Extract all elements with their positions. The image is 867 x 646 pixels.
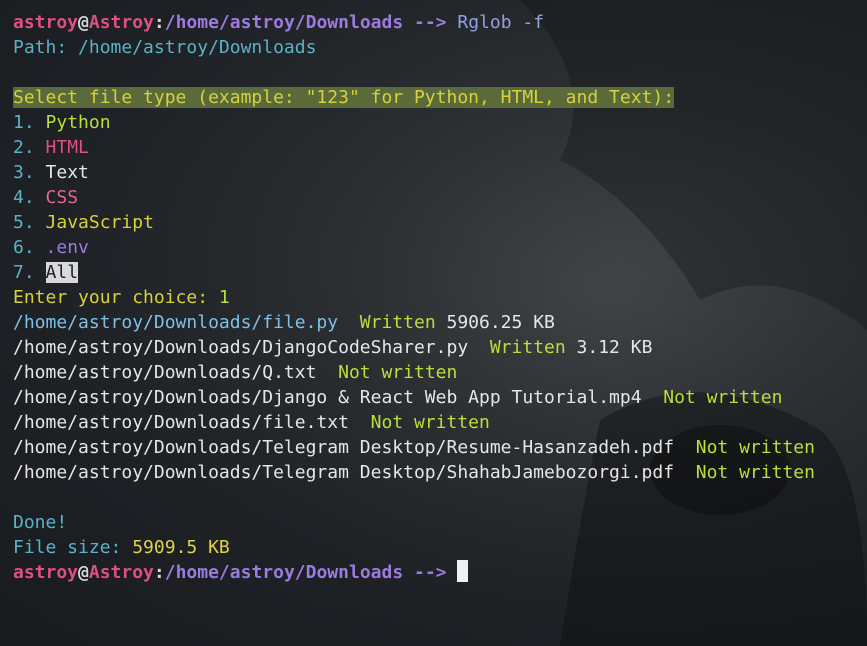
result-path: /home/astroy/Downloads/file.py [13,312,339,333]
option-number: 6. [13,237,35,258]
prompt-at: @ [78,562,89,583]
select-prompt-line: Select file type (example: "123" for Pyt… [13,85,867,110]
select-prompt: Select file type (example: "123" for Pyt… [13,87,675,108]
option-all: 7. All [13,260,867,285]
file-size-value: 5909.5 KB [132,537,230,558]
result-row: /home/astroy/Downloads/file.txt Not writ… [13,410,867,435]
result-status: Written [489,337,566,358]
file-size-line: File size: 5909.5 KB [13,535,867,560]
option-number: 4. [13,187,35,208]
result-status: Written [359,312,436,333]
result-row: /home/astroy/Downloads/Telegram Desktop/… [13,435,867,460]
option-number: 1. [13,112,35,133]
prompt-path: /home/astroy/Downloads [164,562,404,583]
prompt-at: @ [78,12,89,33]
choice-value: 1 [218,287,230,308]
option-label: JavaScript [45,212,154,233]
prompt-sep: : [153,562,165,583]
option-label: HTML [45,137,89,158]
prompt-line: astroy@Astroy:/home/astroy/Downloads --> [13,560,867,585]
option-number: 3. [13,162,35,183]
terminal-output: astroy@Astroy:/home/astroy/Downloads -->… [13,10,867,585]
path-line: Path: /home/astroy/Downloads [13,37,317,58]
prompt-host: Astroy [88,12,154,33]
result-path: /home/astroy/Downloads/Django & React We… [13,387,642,408]
result-row: /home/astroy/Downloads/Telegram Desktop/… [13,460,867,485]
option-number: 5. [13,212,35,233]
option-css: 4. CSS [13,185,867,210]
prompt-path: /home/astroy/Downloads [164,12,404,33]
command-text: Rglob -f [446,12,545,33]
result-row: /home/astroy/Downloads/Django & React We… [13,385,867,410]
option-label: .env [45,237,89,258]
result-path: /home/astroy/Downloads/DjangoCodeSharer.… [13,337,469,358]
result-status: Not written [695,437,815,458]
prompt-sep: : [153,12,165,33]
prompt-user: astroy [13,562,79,583]
result-status: Not written [663,387,783,408]
option-label: Python [45,112,111,133]
option-text: 3. Text [13,160,867,185]
option-python: 1. Python [13,110,867,135]
text-cursor[interactable] [457,560,469,582]
result-status: Not written [695,462,815,483]
prompt-arrow: --> [403,562,458,583]
result-path: /home/astroy/Downloads/Telegram Desktop/… [13,437,675,458]
result-row: /home/astroy/Downloads/file.py Written 5… [13,310,867,335]
option-label: All [45,262,79,283]
choice-line: Enter your choice: 1 [13,285,867,310]
option-javascript: 5. JavaScript [13,210,867,235]
result-size: 5906.25 KB [446,312,555,333]
result-path: /home/astroy/Downloads/Telegram Desktop/… [13,462,675,483]
result-size: 3.12 KB [576,337,653,358]
prompt-line: astroy@Astroy:/home/astroy/Downloads -->… [13,10,867,35]
prompt-host: Astroy [88,562,154,583]
option-env: 6. .env [13,235,867,260]
option-number: 2. [13,137,35,158]
result-row: /home/astroy/Downloads/Q.txt Not written [13,360,867,385]
result-path: /home/astroy/Downloads/file.txt [13,412,349,433]
done-message: Done! [13,512,68,533]
result-row: /home/astroy/Downloads/DjangoCodeSharer.… [13,335,867,360]
result-status: Not written [338,362,458,383]
option-html: 2. HTML [13,135,867,160]
result-status: Not written [370,412,490,433]
option-label: Text [45,162,89,183]
result-path: /home/astroy/Downloads/Q.txt [13,362,317,383]
option-number: 7. [13,262,35,283]
option-label: CSS [45,187,79,208]
terminal-window[interactable]: astroy@Astroy:/home/astroy/Downloads -->… [0,0,867,646]
prompt-user: astroy [13,12,79,33]
file-size-label: File size: [13,537,133,558]
prompt-arrow: --> [403,12,447,33]
choice-label: Enter your choice: [13,287,219,308]
